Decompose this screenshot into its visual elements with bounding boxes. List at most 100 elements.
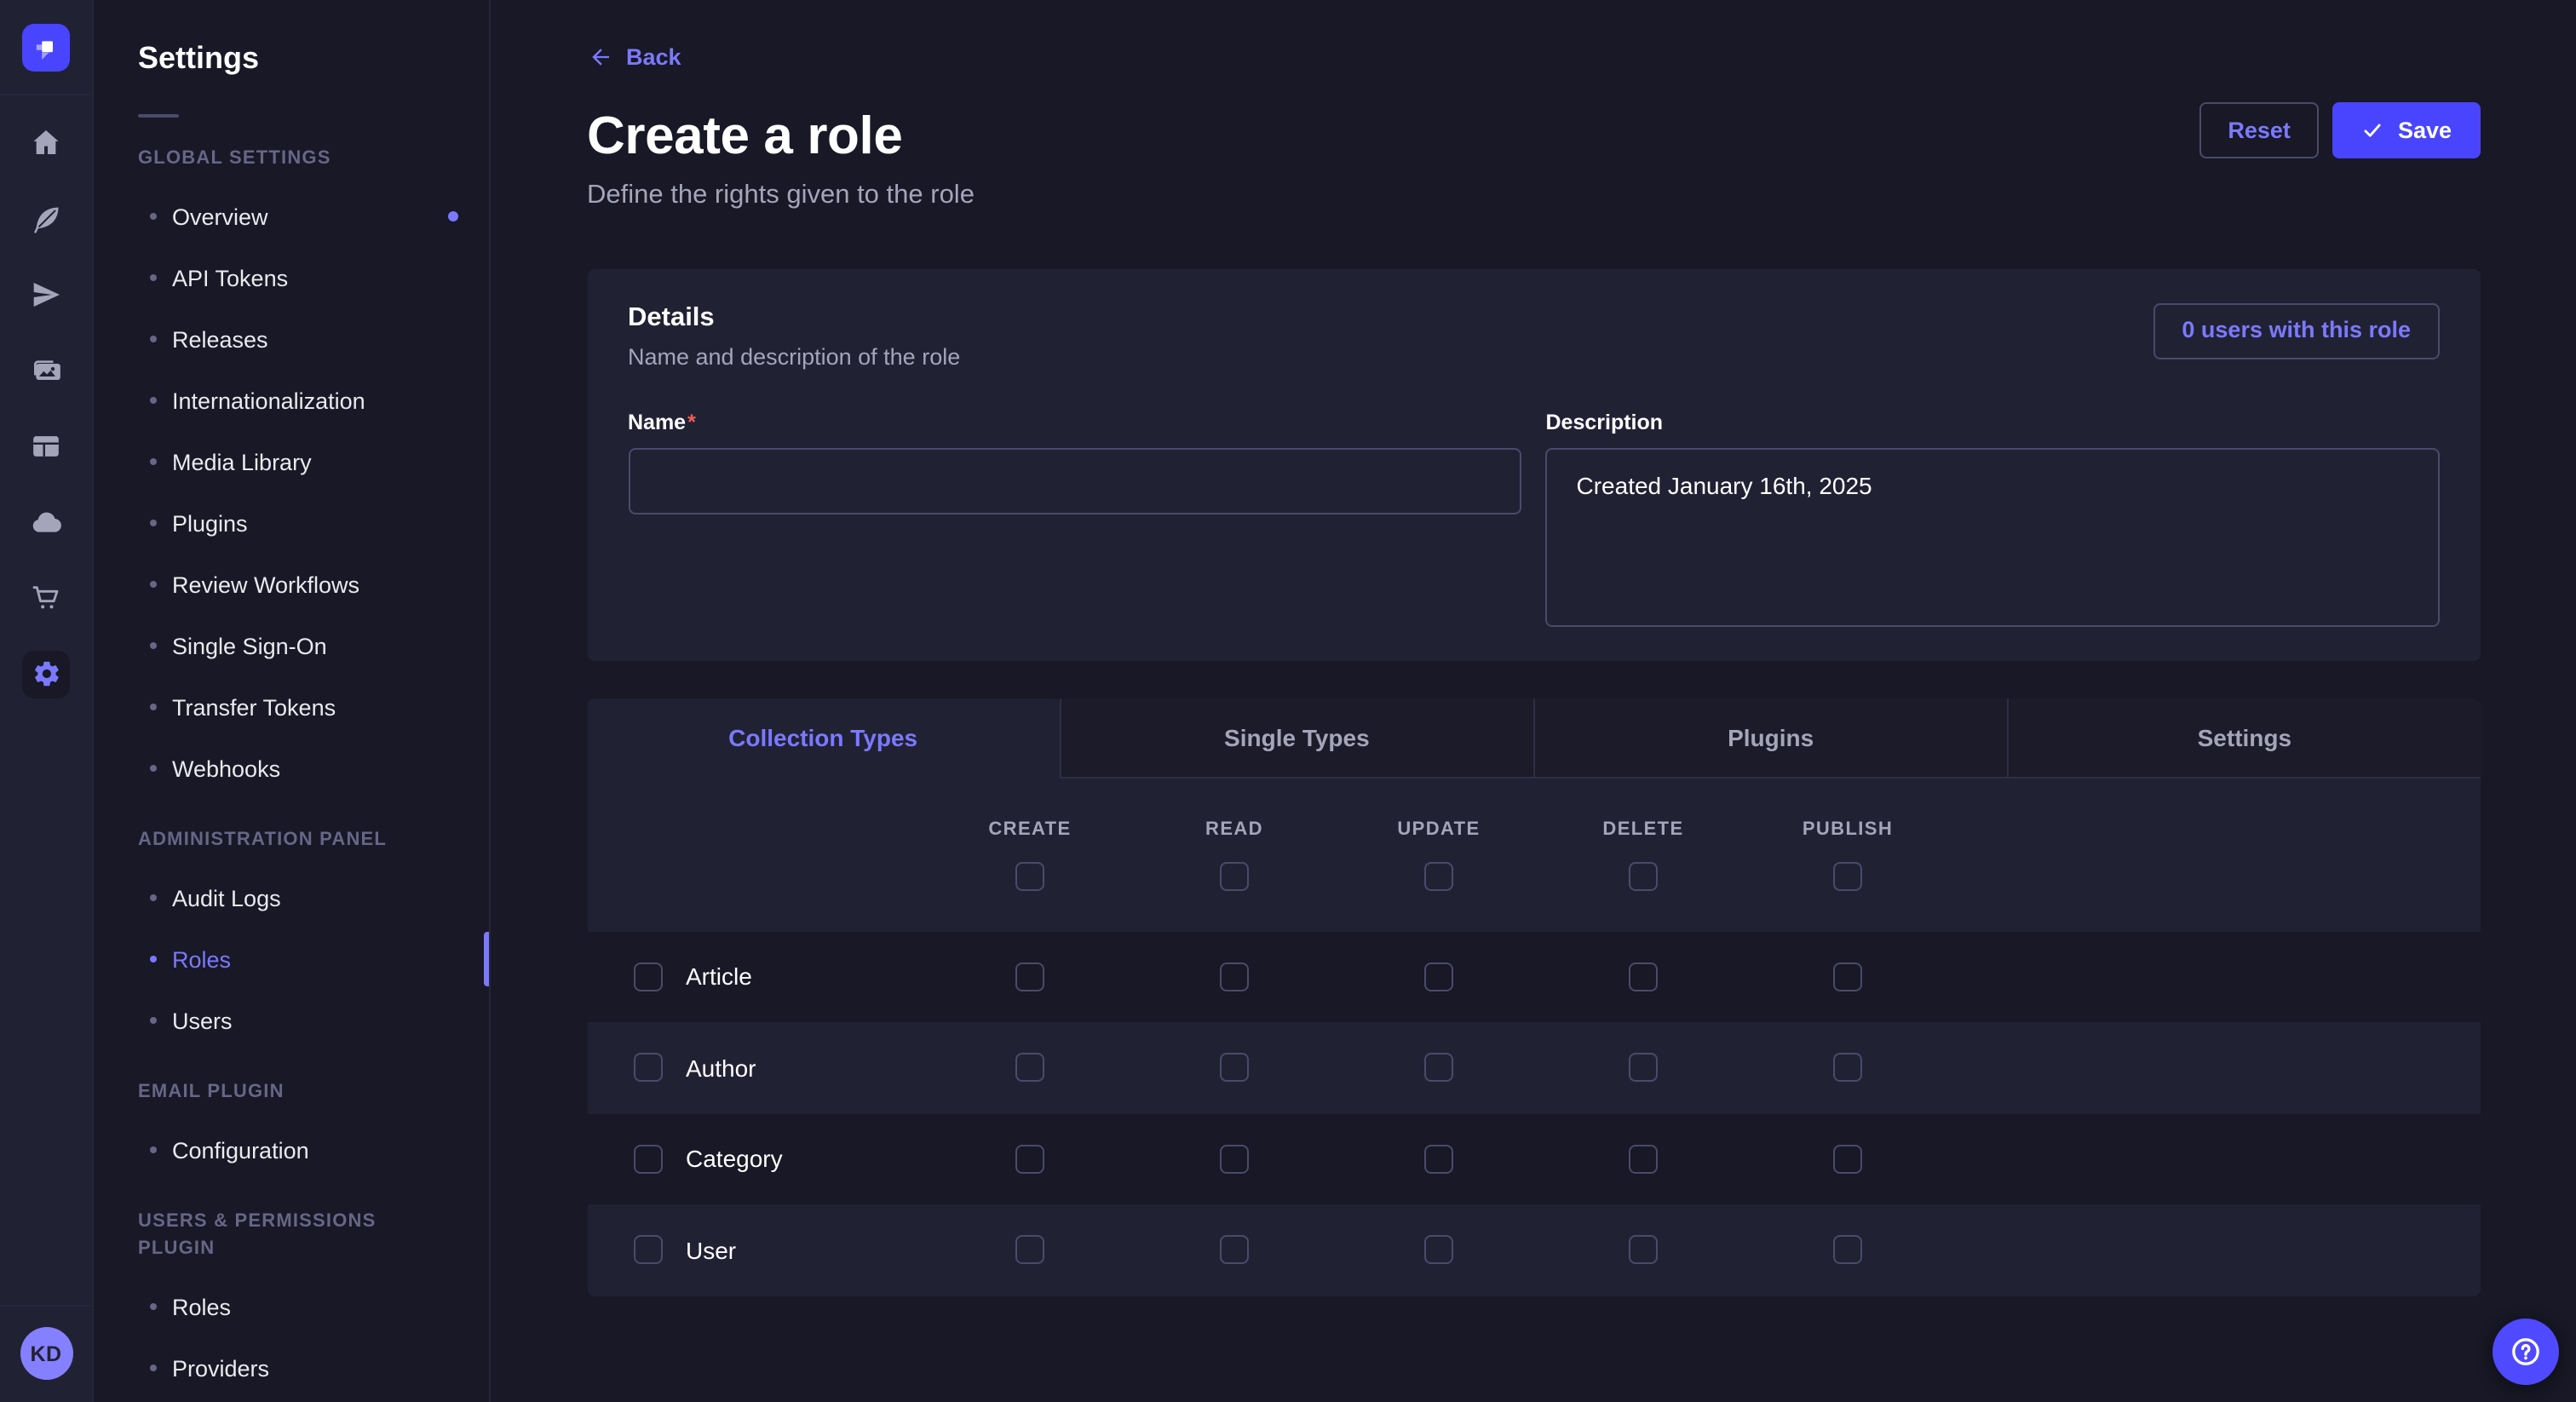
rail-item-pictures[interactable]: [0, 340, 92, 401]
user-read-checkbox[interactable]: [1220, 1236, 1249, 1265]
sidebar-item-releases[interactable]: Releases: [94, 308, 489, 370]
author-create-checkbox[interactable]: [1015, 1054, 1044, 1083]
sidebar-item-api-tokens[interactable]: API Tokens: [94, 247, 489, 308]
sidebar-item-configuration[interactable]: Configuration: [94, 1119, 489, 1181]
save-button[interactable]: Save: [2333, 102, 2481, 158]
category-create-checkbox[interactable]: [1015, 1145, 1044, 1174]
sidebar-item-webhooks[interactable]: Webhooks: [94, 738, 489, 799]
sidebar-item-overview[interactable]: Overview: [94, 186, 489, 247]
rail-item-gear[interactable]: [0, 643, 92, 704]
permission-row-user: User: [587, 1204, 2481, 1296]
sidebar-item-roles[interactable]: Roles: [94, 928, 489, 990]
sidebar-item-single-sign-on[interactable]: Single Sign-On: [94, 615, 489, 676]
column-header-label: READ: [1205, 819, 1263, 839]
permission-cell: [1745, 1054, 1950, 1083]
avatar[interactable]: KD: [20, 1327, 72, 1380]
select-author-checkbox[interactable]: [633, 1054, 662, 1083]
tab-plugins[interactable]: Plugins: [1533, 698, 2007, 778]
select-category-checkbox[interactable]: [633, 1145, 662, 1174]
cart-icon: [29, 581, 63, 615]
sidebar-item-providers[interactable]: Providers: [94, 1337, 489, 1399]
rail-item-cart[interactable]: [0, 567, 92, 629]
column-header-label: CREATE: [988, 819, 1071, 839]
sidebar-item-transfer-tokens[interactable]: Transfer Tokens: [94, 676, 489, 738]
sidebar-item-users[interactable]: Users: [94, 990, 489, 1051]
name-label: Name*: [628, 410, 1522, 434]
bullet-icon: [150, 765, 157, 772]
permission-cell: [928, 962, 1132, 991]
user-publish-checkbox[interactable]: [1833, 1236, 1862, 1265]
author-publish-checkbox[interactable]: [1833, 1054, 1862, 1083]
author-update-checkbox[interactable]: [1424, 1054, 1453, 1083]
sidebar-item-roles[interactable]: Roles: [94, 1276, 489, 1337]
author-read-checkbox[interactable]: [1220, 1054, 1249, 1083]
article-create-checkbox[interactable]: [1015, 962, 1044, 991]
select-all-read-checkbox[interactable]: [1220, 861, 1249, 890]
help-button[interactable]: [2493, 1319, 2559, 1385]
permission-cell: [1745, 1236, 1950, 1265]
category-delete-checkbox[interactable]: [1629, 1145, 1658, 1174]
select-all-delete-checkbox[interactable]: [1629, 861, 1658, 890]
category-publish-checkbox[interactable]: [1833, 1145, 1862, 1174]
reset-button[interactable]: Reset: [2199, 102, 2320, 158]
permission-cell: [1132, 1236, 1337, 1265]
page-title: Create a role: [587, 106, 2481, 166]
sidebar-item-media-library[interactable]: Media Library: [94, 431, 489, 492]
article-read-checkbox[interactable]: [1220, 962, 1249, 991]
permissions-rows: ArticleAuthorCategoryUser: [587, 931, 2481, 1296]
row-label: User: [686, 1237, 736, 1264]
category-read-checkbox[interactable]: [1220, 1145, 1249, 1174]
tab-single-types[interactable]: Single Types: [1059, 698, 1532, 778]
bullet-icon: [150, 1365, 157, 1371]
permissions-section: Collection TypesSingle TypesPluginsSetti…: [587, 698, 2481, 1296]
sidebar-item-label: Providers: [172, 1355, 269, 1381]
section-item-list: Roles Providers: [94, 1276, 489, 1399]
permission-cell: [1337, 1236, 1541, 1265]
select-article-checkbox[interactable]: [633, 962, 662, 991]
user-create-checkbox[interactable]: [1015, 1236, 1044, 1265]
rail-item-cloud[interactable]: [0, 491, 92, 553]
rail-item-paper-plane[interactable]: [0, 264, 92, 325]
name-input[interactable]: [628, 447, 1522, 514]
permission-cell: [1337, 962, 1541, 991]
sidebar-divider: [138, 114, 179, 118]
select-all-update-checkbox[interactable]: [1424, 861, 1453, 890]
author-delete-checkbox[interactable]: [1629, 1054, 1658, 1083]
rail-item-layout[interactable]: [0, 416, 92, 477]
article-publish-checkbox[interactable]: [1833, 962, 1862, 991]
sidebar-item-audit-logs[interactable]: Audit Logs: [94, 867, 489, 928]
tab-settings[interactable]: Settings: [2007, 698, 2481, 778]
rail-item-feather[interactable]: [0, 188, 92, 250]
back-link[interactable]: Back: [587, 44, 681, 70]
rail-item-home[interactable]: [0, 112, 92, 174]
cloud-icon: [29, 505, 63, 539]
sidebar-item-review-workflows[interactable]: Review Workflows: [94, 554, 489, 615]
description-input[interactable]: Created January 16th, 2025: [1546, 447, 2441, 626]
bullet-icon: [150, 520, 157, 526]
strapi-logo-icon: [26, 26, 66, 67]
select-user-checkbox[interactable]: [633, 1236, 662, 1265]
sidebar-section-email-plugin: EMAIL PLUGINConfiguration: [94, 1078, 489, 1181]
sidebar-item-label: Internationalization: [172, 388, 365, 413]
permissions-panel: CREATEREADUPDATEDELETEPUBLISH ArticleAut…: [587, 778, 2481, 1296]
bullet-icon: [150, 336, 157, 342]
sidebar-item-label: Releases: [172, 326, 268, 352]
bullet-icon: [150, 581, 157, 588]
select-all-create-checkbox[interactable]: [1015, 861, 1044, 890]
article-update-checkbox[interactable]: [1424, 962, 1453, 991]
save-label: Save: [2398, 119, 2452, 142]
select-all-publish-checkbox[interactable]: [1833, 861, 1862, 890]
strapi-logo[interactable]: [22, 23, 70, 71]
user-delete-checkbox[interactable]: [1629, 1236, 1658, 1265]
users-with-role-button[interactable]: 0 users with this role: [2153, 302, 2440, 359]
description-label: Description: [1546, 410, 2441, 434]
tab-collection-types[interactable]: Collection Types: [587, 698, 1059, 778]
category-update-checkbox[interactable]: [1424, 1145, 1453, 1174]
sidebar-item-plugins[interactable]: Plugins: [94, 492, 489, 554]
sidebar-item-internationalization[interactable]: Internationalization: [94, 370, 489, 431]
user-update-checkbox[interactable]: [1424, 1236, 1453, 1265]
permissions-tabs: Collection TypesSingle TypesPluginsSetti…: [587, 698, 2481, 778]
sidebar-item-label: Single Sign-On: [172, 633, 327, 658]
article-delete-checkbox[interactable]: [1629, 962, 1658, 991]
row-label: Category: [686, 1146, 783, 1173]
